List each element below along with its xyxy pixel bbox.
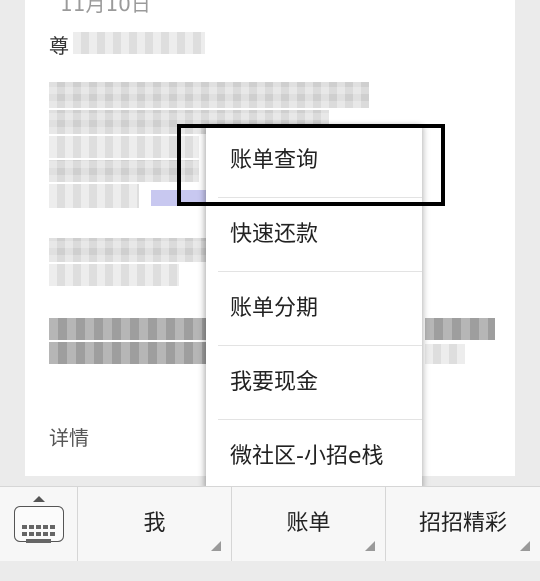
- obscured-text: [49, 318, 209, 340]
- message-greeting: 尊: [49, 34, 69, 58]
- bottom-menu-bar: 我 账单 招招精彩: [0, 486, 540, 561]
- obscured-text: [73, 32, 205, 54]
- tab-me-label: 我: [143, 511, 166, 536]
- obscured-text: [49, 264, 179, 286]
- submenu-indicator-icon: [211, 541, 221, 551]
- tab-bill-label: 账单: [286, 511, 331, 536]
- message-date: 11月10日: [60, 0, 151, 16]
- obscured-text: [49, 82, 369, 108]
- caret-up-icon: [33, 496, 45, 502]
- highlight-box: [177, 124, 445, 206]
- obscured-text: [49, 342, 209, 364]
- obscured-text: [49, 238, 209, 262]
- details-link[interactable]: 详情: [49, 422, 89, 451]
- menu-item-cash[interactable]: 我要现金: [206, 346, 422, 419]
- menu-item-installment[interactable]: 账单分期: [206, 272, 422, 345]
- submenu-indicator-icon: [520, 541, 530, 551]
- tab-highlights[interactable]: 招招精彩: [386, 487, 540, 561]
- keyboard-icon: [14, 506, 64, 543]
- keyboard-toggle-button[interactable]: [0, 487, 78, 561]
- tab-me[interactable]: 我: [78, 487, 232, 561]
- obscured-text: [49, 184, 139, 208]
- tab-bill[interactable]: 账单: [232, 487, 386, 561]
- submenu-indicator-icon: [365, 541, 375, 551]
- obscured-text: [425, 344, 465, 364]
- menu-item-community[interactable]: 微社区-小招e栈: [206, 420, 422, 493]
- tab-highlights-label: 招招精彩: [418, 511, 507, 536]
- menu-item-quick-repay[interactable]: 快速还款: [206, 198, 422, 271]
- obscured-text: [425, 318, 495, 340]
